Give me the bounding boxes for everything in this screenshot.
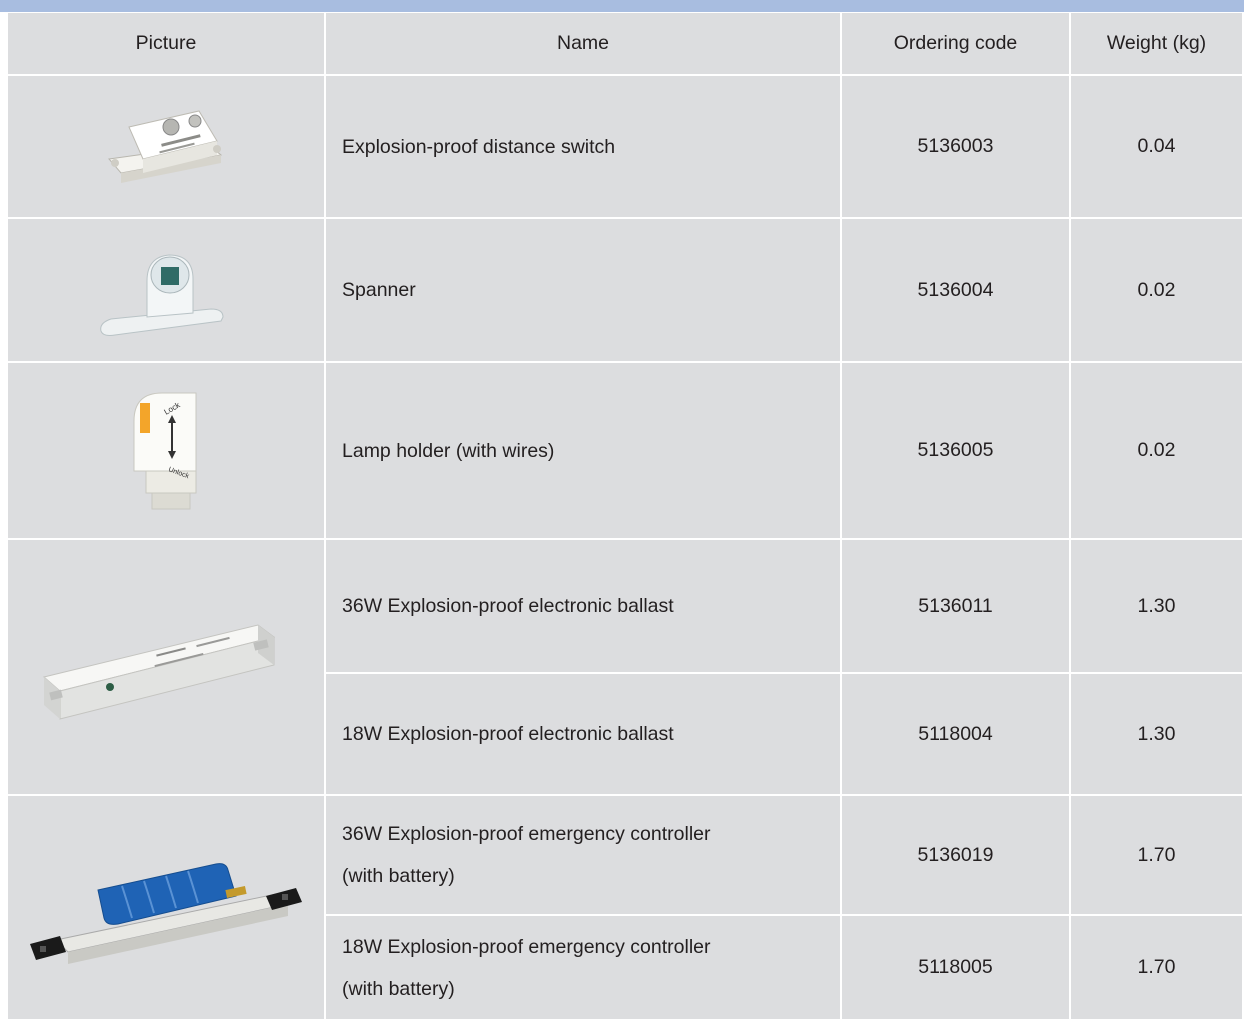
row-name: 36W Explosion-proof emergency controller… <box>326 796 840 914</box>
row-ordering-code: 5136004 <box>842 219 1069 361</box>
header-ordering-code: Ordering code <box>842 13 1069 74</box>
row-weight: 0.02 <box>1071 363 1242 538</box>
row-name: 18W Explosion-proof emergency controller… <box>326 916 840 1019</box>
row-name: Spanner <box>326 219 840 361</box>
row-name: Explosion-proof distance switch <box>326 76 840 217</box>
row-weight: 0.02 <box>1071 219 1242 361</box>
row-name-line1: 36W Explosion-proof emergency controller <box>342 823 711 845</box>
row-name-line2: (with battery) <box>342 865 455 887</box>
row-weight: 1.70 <box>1071 796 1242 914</box>
header-band <box>0 0 1244 12</box>
row-ordering-code: 5136005 <box>842 363 1069 538</box>
header-picture: Picture <box>8 13 324 74</box>
emergency-controller-image <box>8 796 324 1019</box>
distance-switch-image <box>8 76 324 217</box>
row-ordering-code: 5136011 <box>842 540 1069 672</box>
row-ordering-code: 5118004 <box>842 674 1069 794</box>
electronic-ballast-image <box>8 540 324 794</box>
row-weight: 1.30 <box>1071 540 1242 672</box>
lamp-holder-image: Lock Unlock <box>8 363 324 538</box>
header-weight: Weight (kg) <box>1071 13 1242 74</box>
row-name: 18W Explosion-proof electronic ballast <box>326 674 840 794</box>
row-name-line1: 18W Explosion-proof emergency controller <box>342 935 711 958</box>
row-name: 36W Explosion-proof electronic ballast <box>326 540 840 672</box>
row-ordering-code: 5136003 <box>842 76 1069 217</box>
row-ordering-code: 5136019 <box>842 796 1069 914</box>
row-weight: 1.30 <box>1071 674 1242 794</box>
spanner-image <box>8 219 324 361</box>
row-ordering-code: 5118005 <box>842 916 1069 1019</box>
product-table: Picture Name Ordering code Weight (kg) E… <box>8 13 1244 1021</box>
row-name-line2: (with battery) <box>342 977 455 1000</box>
row-weight: 1.70 <box>1071 916 1242 1019</box>
row-name: Lamp holder (with wires) <box>326 363 840 538</box>
row-weight: 0.04 <box>1071 76 1242 217</box>
header-name: Name <box>326 13 840 74</box>
